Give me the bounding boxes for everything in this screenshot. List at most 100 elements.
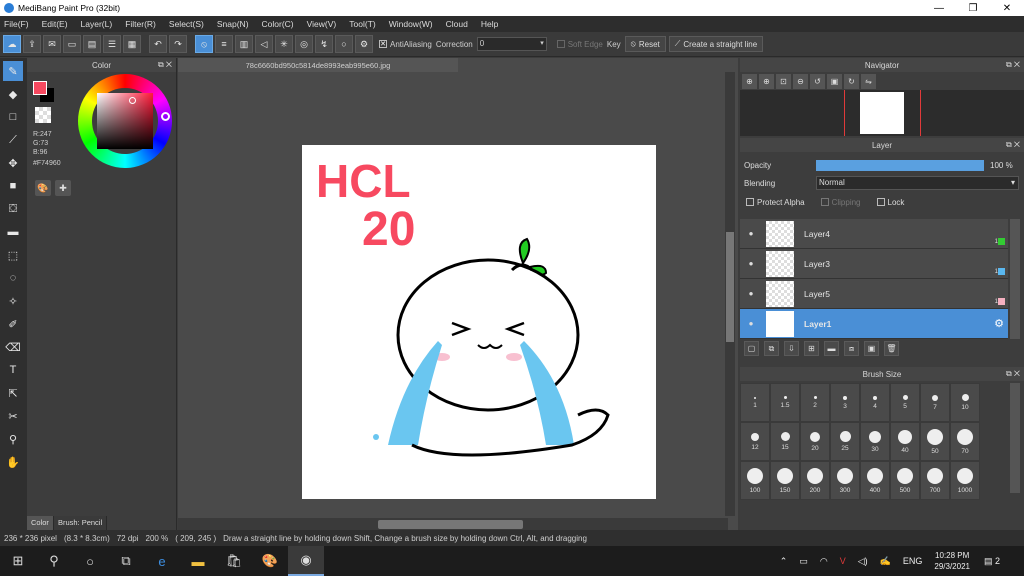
layer-settings-icon[interactable]: ⚙ (994, 317, 1004, 330)
brush-size-option[interactable]: 2 (800, 383, 830, 422)
file-explorer-icon[interactable]: ▬ (180, 546, 216, 576)
menu-layer[interactable]: Layer(L) (81, 19, 113, 29)
brush-size-option[interactable]: 12 (740, 422, 770, 461)
medibang-app-icon[interactable]: ◉ (288, 546, 324, 576)
lasso-tool-icon[interactable]: ◌ (3, 268, 23, 288)
volume-icon[interactable]: ◁) (858, 556, 868, 567)
canvas-area[interactable]: 78c6660bd950c5814de8993eab995e60.jpg HCL… (178, 58, 738, 530)
brush-size-option[interactable]: 40 (890, 422, 920, 461)
document-icon[interactable]: ▤ (83, 35, 101, 53)
layer-row[interactable]: ● Layer5 1 (740, 279, 1008, 309)
brush-size-option[interactable]: 300 (830, 461, 860, 500)
visibility-icon[interactable]: ● (740, 229, 762, 238)
notification-icon[interactable]: ▤ 2 (984, 556, 1012, 567)
parallel-snap-icon[interactable]: ≡ (215, 35, 233, 53)
rotate-right-icon[interactable]: ↻ (844, 73, 859, 89)
soft-edge-checkbox[interactable] (556, 40, 565, 48)
curve-snap-icon[interactable]: ↯ (315, 35, 333, 53)
select-tool-icon[interactable]: ⬚ (3, 245, 23, 265)
layer-effects-icon[interactable]: ▣ (864, 341, 879, 356)
foreground-color-swatch[interactable] (33, 81, 47, 95)
palette-add-icon[interactable]: ✚ (55, 180, 71, 196)
menu-select[interactable]: Select(S) (169, 19, 204, 29)
brush-size-option[interactable]: 700 (920, 461, 950, 500)
vanishing-point-icon[interactable]: ◁ (255, 35, 273, 53)
bucket-tool-icon[interactable]: ⛋ (3, 199, 23, 219)
brush-size-option[interactable]: 50 (920, 422, 950, 461)
saturation-value-square[interactable] (97, 93, 153, 149)
brush-size-option[interactable]: 7 (920, 383, 950, 422)
brush-tool-icon[interactable]: ✎ (3, 61, 23, 81)
list-icon[interactable]: ☰ (103, 35, 121, 53)
operation-tool-icon[interactable]: ⇱ (3, 383, 23, 403)
visibility-icon[interactable]: ● (740, 259, 762, 268)
document-tab[interactable]: 78c6660bd950c5814de8993eab995e60.jpg (178, 58, 458, 72)
clipping-checkbox[interactable]: Clipping (820, 198, 861, 207)
task-view-icon[interactable]: ⧉ (108, 546, 144, 576)
eraser-tool-icon[interactable]: ◆ (3, 84, 23, 104)
layer-scrollbar[interactable] (1010, 219, 1020, 339)
horizontal-scrollbar[interactable] (178, 518, 728, 530)
import-layer-icon[interactable]: ⇩ (784, 341, 799, 356)
pen-icon[interactable]: ✍ (880, 556, 891, 567)
zoom-out-icon[interactable]: ⊖ (793, 73, 808, 89)
brush-size-option[interactable]: 500 (890, 461, 920, 500)
visibility-icon[interactable]: ● (740, 319, 762, 328)
protect-alpha-checkbox[interactable]: Protect Alpha (746, 198, 805, 207)
clock[interactable]: 10:28 PM 29/3/2021 (934, 550, 970, 572)
undo-icon[interactable]: ↶ (149, 35, 167, 53)
correction-select[interactable]: 0 (476, 37, 547, 51)
redo-icon[interactable]: ↷ (169, 35, 187, 53)
zoom-fit-icon[interactable]: ⊕ (742, 73, 757, 89)
tab-color[interactable]: Color (27, 516, 54, 530)
layer-row-selected[interactable]: ● Layer1 ⚙ (740, 309, 1008, 339)
menu-filter[interactable]: Filter(R) (125, 19, 156, 29)
brush-size-option[interactable]: 30 (860, 422, 890, 461)
move-tool-icon[interactable]: ✥ (3, 153, 23, 173)
settings-icon[interactable]: ⚙ (355, 35, 373, 53)
brush-size-option[interactable]: 200 (800, 461, 830, 500)
language-indicator[interactable]: ENG (903, 556, 923, 566)
vertical-scroll-thumb[interactable] (726, 232, 734, 342)
cross-snap-icon[interactable]: ▥ (235, 35, 253, 53)
visibility-icon[interactable]: ● (740, 289, 762, 298)
panel-close-icon[interactable]: ⧉ ✕ (158, 60, 172, 70)
brush-size-option[interactable]: 4 (860, 383, 890, 422)
transparent-color-swatch[interactable] (35, 107, 51, 123)
opacity-slider[interactable] (816, 159, 984, 171)
rectangle-tool-icon[interactable]: □ (3, 107, 23, 127)
menu-window[interactable]: Window(W) (389, 19, 433, 29)
comment-icon[interactable]: ✉ (43, 35, 61, 53)
concentric-snap-icon[interactable]: ◎ (295, 35, 313, 53)
brush-size-close-icon[interactable]: ⧉ ✕ (1006, 369, 1020, 379)
divide-tool-icon[interactable]: ✂ (3, 406, 23, 426)
wifi-icon[interactable]: ◠ (820, 556, 828, 567)
palette-icon[interactable]: 🎨 (35, 180, 51, 196)
brush-size-option[interactable]: 1 (740, 383, 770, 422)
zoom-in-icon[interactable]: ⊕ (759, 73, 774, 89)
navigator-preview[interactable] (740, 90, 1024, 136)
merge-layer-icon[interactable]: ⧈ (844, 341, 859, 356)
horizontal-scroll-thumb[interactable] (378, 520, 523, 529)
search-icon[interactable]: ⚲ (36, 546, 72, 576)
create-straight-line-button[interactable]: ⟋ Create a straight line (668, 36, 764, 52)
menu-view[interactable]: View(V) (307, 19, 337, 29)
drawing-canvas[interactable]: HCL 20 (302, 145, 656, 499)
antivirus-icon[interactable]: V (840, 556, 846, 566)
dot-tool-icon[interactable]: ⟋ (3, 130, 23, 150)
battery-icon[interactable]: ▭ (799, 556, 808, 567)
delete-layer-icon[interactable]: 🗑 (884, 341, 899, 356)
menu-snap[interactable]: Snap(N) (217, 19, 249, 29)
brush-size-option[interactable]: 10 (950, 383, 980, 422)
vertical-scrollbar[interactable] (725, 72, 735, 516)
antialiasing-checkbox[interactable]: ✕ (379, 40, 387, 48)
menu-help[interactable]: Help (481, 19, 498, 29)
radial-snap-icon[interactable]: ✳ (275, 35, 293, 53)
sv-picker-handle[interactable] (129, 97, 136, 104)
hand-tool-icon[interactable]: ✋ (3, 452, 23, 472)
brush-size-option[interactable]: 400 (860, 461, 890, 500)
select-pen-tool-icon[interactable]: ✐ (3, 314, 23, 334)
brush-size-option[interactable]: 70 (950, 422, 980, 461)
no-snap-icon[interactable]: ⦸ (195, 35, 213, 53)
actual-size-icon[interactable]: ▣ (827, 73, 842, 89)
